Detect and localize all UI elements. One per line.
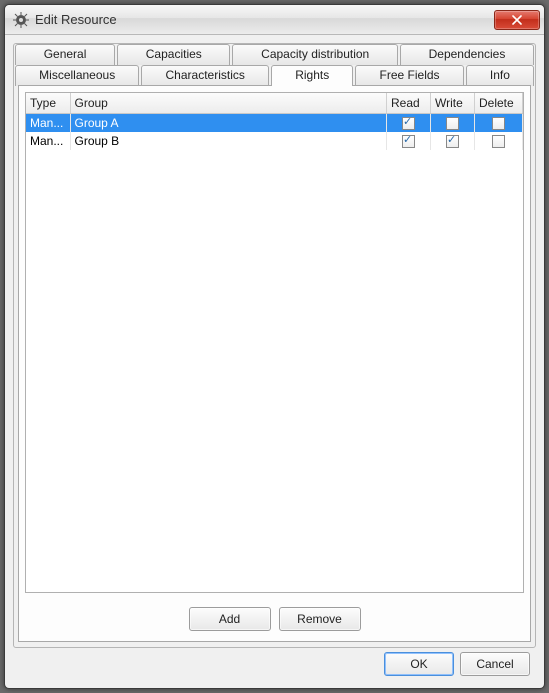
cell-write <box>431 132 475 150</box>
tab-strip: GeneralCapacitiesCapacity distributionDe… <box>14 44 535 86</box>
cell-type: Man... <box>26 114 70 132</box>
cell-read <box>387 114 431 132</box>
tab-rights[interactable]: Rights <box>271 65 353 86</box>
remove-button[interactable]: Remove <box>279 607 361 631</box>
tab-dependencies[interactable]: Dependencies <box>400 44 534 65</box>
tab-info[interactable]: Info <box>466 65 534 86</box>
col-delete[interactable]: Delete <box>475 93 523 114</box>
add-button[interactable]: Add <box>189 607 271 631</box>
write-checkbox[interactable] <box>446 117 459 130</box>
tab-characteristics[interactable]: Characteristics <box>141 65 269 86</box>
cell-write <box>431 114 475 132</box>
tab-free-fields[interactable]: Free Fields <box>355 65 463 86</box>
cell-read <box>387 132 431 150</box>
ok-button[interactable]: OK <box>384 652 454 676</box>
titlebar[interactable]: Edit Resource <box>5 5 544 35</box>
tab-content-rights: Type Group Read Write Delete Man...Group… <box>18 85 531 642</box>
read-checkbox[interactable] <box>402 135 415 148</box>
table-row[interactable]: Man...Group A <box>26 114 523 132</box>
table-row[interactable]: Man...Group B <box>26 132 523 150</box>
cell-group: Group B <box>70 132 387 150</box>
app-icon <box>13 12 29 28</box>
tabs-panel: GeneralCapacitiesCapacity distributionDe… <box>13 43 536 648</box>
close-button[interactable] <box>494 10 540 30</box>
close-icon <box>511 15 523 25</box>
col-type[interactable]: Type <box>26 93 70 114</box>
col-group[interactable]: Group <box>70 93 387 114</box>
tab-capacities[interactable]: Capacities <box>117 44 230 65</box>
dialog-window: Edit Resource GeneralCapacitiesCapacity … <box>4 4 545 689</box>
tab-general[interactable]: General <box>15 44 115 65</box>
write-checkbox[interactable] <box>446 135 459 148</box>
cell-group: Group A <box>70 114 387 132</box>
delete-checkbox[interactable] <box>492 135 505 148</box>
tab-capacity-distribution[interactable]: Capacity distribution <box>232 44 397 65</box>
rights-table: Type Group Read Write Delete Man...Group… <box>26 93 523 150</box>
col-write[interactable]: Write <box>431 93 475 114</box>
cell-delete <box>475 132 523 150</box>
cell-type: Man... <box>26 132 70 150</box>
tab-miscellaneous[interactable]: Miscellaneous <box>15 65 139 86</box>
dialog-footer: OK Cancel <box>13 648 536 682</box>
delete-checkbox[interactable] <box>492 117 505 130</box>
cell-delete <box>475 114 523 132</box>
col-read[interactable]: Read <box>387 93 431 114</box>
dialog-body: GeneralCapacitiesCapacity distributionDe… <box>5 35 544 688</box>
window-title: Edit Resource <box>35 12 494 27</box>
cancel-button[interactable]: Cancel <box>460 652 530 676</box>
read-checkbox[interactable] <box>402 117 415 130</box>
table-buttons: Add Remove <box>19 599 530 641</box>
rights-table-wrap: Type Group Read Write Delete Man...Group… <box>25 92 524 593</box>
